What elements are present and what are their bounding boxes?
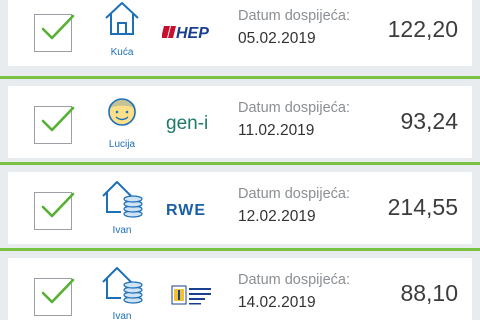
- category-lucija: Lucija: [94, 90, 150, 156]
- due-date-value: 12.02.2019: [238, 208, 316, 225]
- person-face-icon: [108, 98, 136, 126]
- provider-logo-rwe: RWE: [162, 194, 224, 224]
- house-icon: [105, 2, 139, 35]
- bill-row[interactable]: Ivan Datum dospijeća: 14.02.2019 88,10: [8, 258, 472, 320]
- check-icon: [41, 106, 75, 132]
- category-ivan: Ivan: [94, 176, 150, 242]
- rwe-logo-icon: RWE: [166, 202, 206, 219]
- check-icon: [41, 192, 75, 218]
- bill-row[interactable]: Kuća HEP Datum dospijeća: 05.02.2019 122…: [8, 0, 472, 66]
- bill-amount: 93,24: [400, 108, 458, 134]
- due-date-label: Datum dospijeća:: [238, 186, 351, 202]
- rwe-logo-text: RWE: [166, 202, 206, 219]
- bill-amount: 88,10: [400, 280, 458, 306]
- due-date-value: 11.02.2019: [238, 122, 315, 139]
- bill-row[interactable]: Ivan RWE Datum dospijeća: 12.02.2019 214…: [8, 172, 472, 244]
- due-date-label: Datum dospijeća:: [238, 100, 351, 116]
- category-label: Ivan: [112, 225, 132, 236]
- check-icon: [41, 14, 75, 40]
- category-label: Lucija: [108, 139, 136, 150]
- gen-i-logo-text: gen-i: [166, 113, 208, 134]
- bill-checkbox[interactable]: [34, 192, 75, 230]
- hep-logo-text: HEP: [176, 25, 209, 42]
- provider-logo-gen-i: gen-i: [162, 108, 224, 138]
- gen-i-logo-icon: gen-i: [166, 113, 208, 134]
- category-kuca: Kuća: [94, 0, 150, 64]
- row-divider: [0, 76, 480, 79]
- bill-amount: 122,20: [387, 16, 458, 42]
- due-date-value: 05.02.2019: [238, 30, 316, 47]
- category-ivan: Ivan: [94, 262, 150, 320]
- house-coins-icon: [102, 181, 143, 218]
- category-label: Kuća: [110, 47, 134, 58]
- due-date-label: Datum dospijeća:: [238, 8, 351, 24]
- bill-checkbox[interactable]: [34, 278, 75, 316]
- category-label: Ivan: [112, 311, 132, 320]
- provider-logo-hep: HEP: [161, 16, 224, 46]
- due-date-label: Datum dospijeća:: [238, 272, 351, 288]
- due-date-value: 14.02.2019: [238, 294, 316, 311]
- provider-logo-gradska-plinara: [162, 280, 224, 310]
- check-icon: [41, 278, 75, 304]
- hep-logo-icon: HEP: [161, 25, 209, 42]
- bill-checkbox[interactable]: [34, 14, 75, 52]
- bill-checkbox[interactable]: [34, 106, 75, 144]
- gradska-plinara-logo-icon: [171, 285, 211, 305]
- bill-row[interactable]: Lucija gen-i Datum dospijeća: 11.02.2019…: [8, 86, 472, 158]
- bill-amount: 214,55: [387, 194, 458, 220]
- row-divider: [0, 248, 480, 251]
- house-coins-icon: [102, 267, 143, 304]
- row-divider: [0, 162, 480, 165]
